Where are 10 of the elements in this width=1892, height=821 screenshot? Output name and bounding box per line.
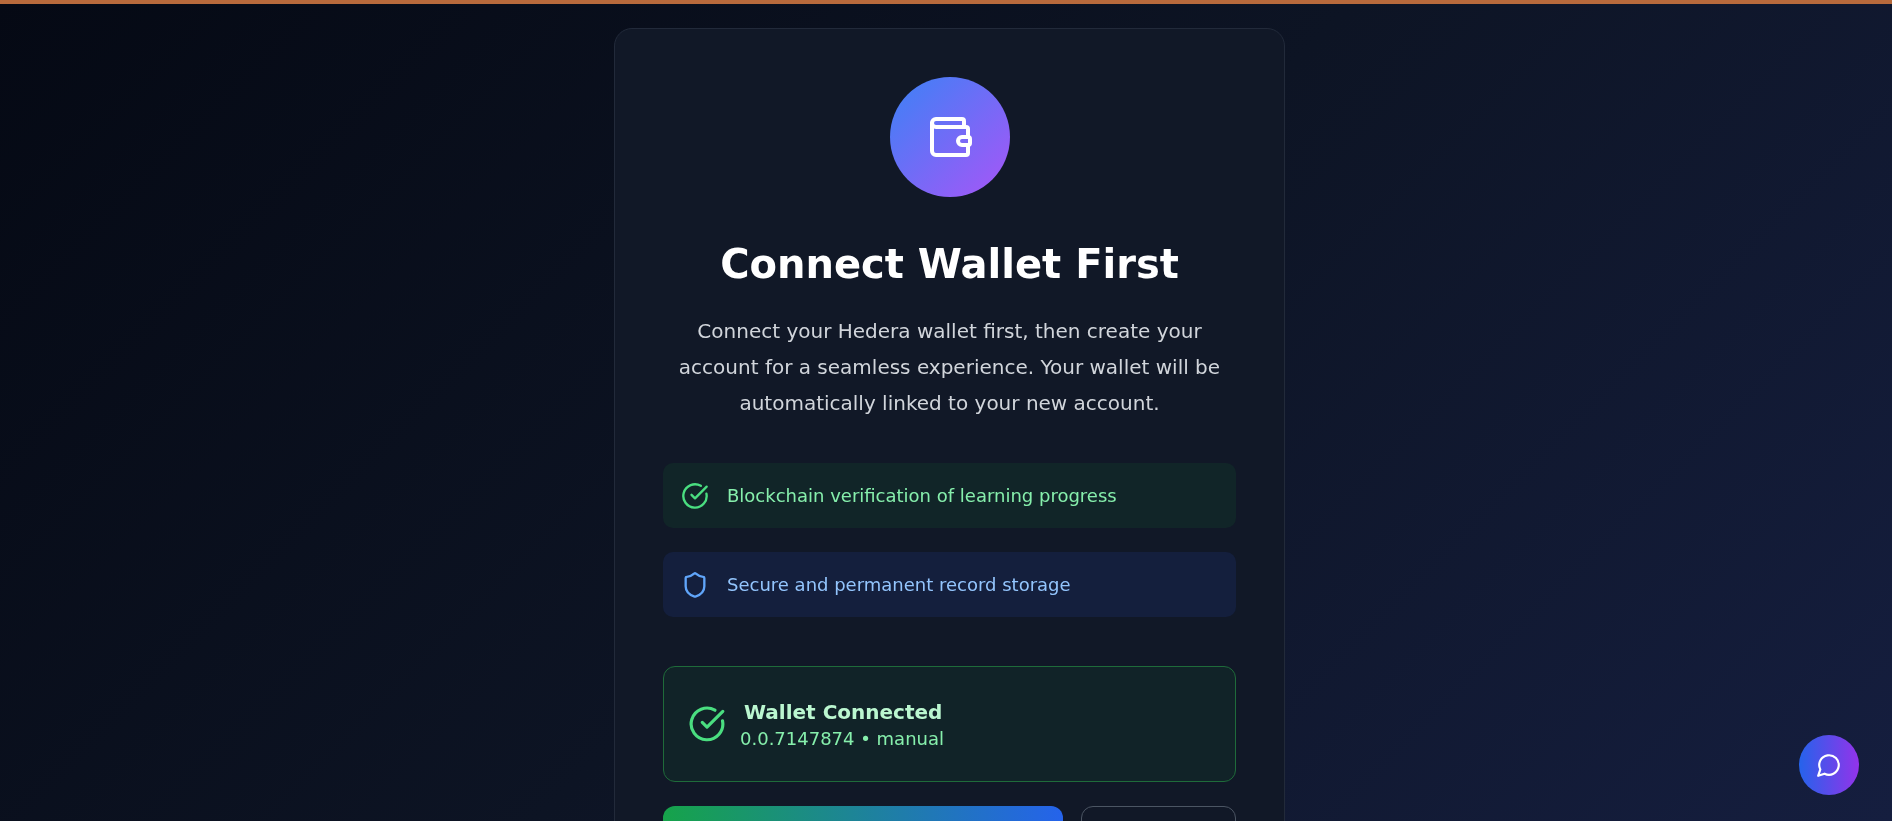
chat-button[interactable] <box>1799 735 1859 795</box>
page-title: Connect Wallet First <box>720 240 1179 289</box>
wallet-account-text: 0.0.7147874 • manual <box>740 727 944 749</box>
description-text: Connect your Hedera wallet first, then create your account for a seamless experience. Your wallet will be automatically linked to your new account. <box>677 318 1222 417</box>
wallet-status-title: Wallet Connected <box>743 699 944 724</box>
check-circle-icon <box>688 705 726 743</box>
feature-text: Secure and permanent record storage <box>727 574 1071 595</box>
chat-bubble-icon <box>1816 752 1842 778</box>
feature-text: Blockchain verification of learning progress <box>727 485 1117 506</box>
check-circle-icon <box>681 481 709 510</box>
